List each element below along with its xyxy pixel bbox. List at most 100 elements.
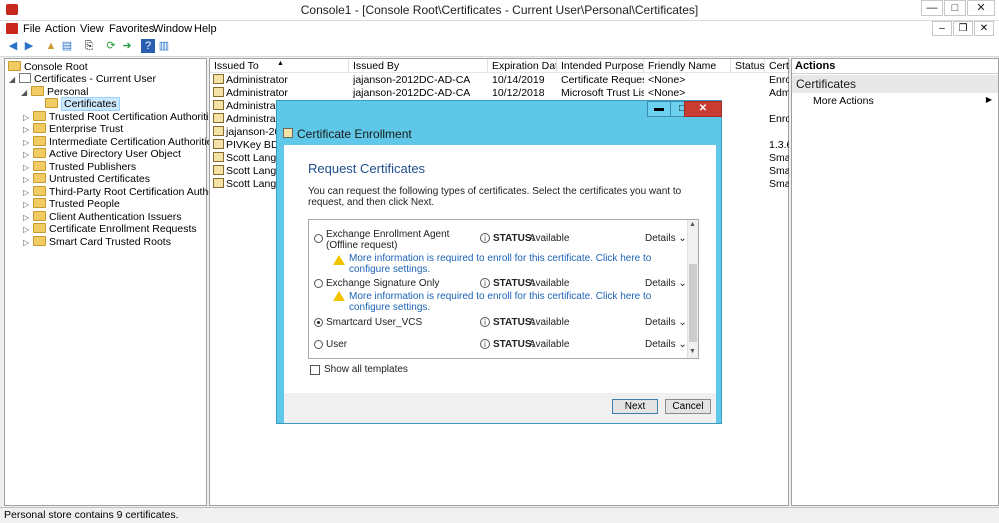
column-issued-by[interactable]: Issued By bbox=[349, 59, 488, 73]
menu-favorites[interactable]: Favorites bbox=[109, 23, 154, 35]
certificate-template-list: Exchange Enrollment Agent (Offline reque… bbox=[308, 219, 699, 359]
dialog-close-button[interactable]: ✕ bbox=[684, 101, 722, 117]
tree-node-trusted-publishers[interactable]: ▷ Trusted Publishers bbox=[23, 161, 136, 173]
scroll-down-icon[interactable]: ▼ bbox=[689, 348, 696, 355]
tree-node-ad-user-object[interactable]: ▷ Active Directory User Object bbox=[23, 148, 181, 160]
refresh-icon[interactable]: ⟳ bbox=[104, 39, 118, 53]
show-hide-tree-icon[interactable]: ▤ bbox=[60, 39, 74, 53]
folder-icon bbox=[31, 86, 44, 96]
details-toggle[interactable]: Details ⌄ bbox=[645, 339, 687, 350]
close-button[interactable]: ✕ bbox=[967, 0, 995, 16]
more-actions-link[interactable]: More Actions bbox=[813, 95, 874, 107]
radio-smartcard-user-vcs[interactable] bbox=[314, 318, 323, 327]
expand-icon[interactable]: ▷ bbox=[23, 124, 33, 136]
cell-template: Sma bbox=[769, 165, 789, 177]
details-toggle[interactable]: Details ⌄ bbox=[645, 278, 687, 289]
menu-file[interactable]: File bbox=[23, 23, 41, 35]
configure-settings-link[interactable]: More information is required to enroll f… bbox=[349, 291, 689, 313]
copy-icon[interactable]: ⎘ bbox=[82, 39, 96, 53]
radio-exchange-enrollment-agent[interactable] bbox=[314, 234, 323, 243]
dialog-minimize-button[interactable]: ▬ bbox=[647, 101, 671, 117]
list-scrollbar[interactable]: ▲ ▼ bbox=[687, 220, 698, 358]
table-row[interactable]: Administrator bbox=[213, 87, 346, 100]
expand-icon[interactable]: ▷ bbox=[23, 149, 33, 161]
column-status[interactable]: Status bbox=[731, 59, 765, 73]
table-row[interactable]: Scott Lang bbox=[213, 152, 277, 165]
cell-template: Enro bbox=[769, 113, 789, 125]
cell-expiration: 10/12/2018 bbox=[492, 87, 545, 99]
folder-icon bbox=[33, 161, 46, 171]
tree-node-client-auth-issuers[interactable]: ▷ Client Authentication Issuers bbox=[23, 211, 182, 223]
tree-node-untrusted-certificates[interactable]: ▷ Untrusted Certificates bbox=[23, 173, 150, 185]
next-button[interactable]: Next bbox=[612, 399, 658, 414]
tree-node-enrollment-requests[interactable]: ▷ Certificate Enrollment Requests bbox=[23, 223, 197, 235]
menu-help[interactable]: Help bbox=[194, 23, 217, 35]
folder-icon bbox=[33, 186, 46, 196]
show-all-templates-checkbox[interactable] bbox=[310, 365, 320, 375]
expand-icon[interactable]: ▷ bbox=[23, 224, 33, 236]
column-expiration-date[interactable]: Expiration Date bbox=[488, 59, 557, 73]
dialog-heading: Request Certificates bbox=[308, 161, 426, 176]
mdi-minimize-button[interactable]: – bbox=[932, 21, 952, 36]
folder-icon bbox=[33, 223, 46, 233]
back-icon[interactable]: ◀ bbox=[6, 39, 20, 53]
collapse-icon[interactable]: ◢ bbox=[21, 87, 31, 99]
scroll-up-icon[interactable]: ▲ bbox=[689, 221, 696, 228]
maximize-button[interactable]: □ bbox=[944, 0, 966, 16]
table-row[interactable]: Scott Lang bbox=[213, 165, 277, 178]
help-icon[interactable]: ? bbox=[141, 39, 155, 53]
menu-view[interactable]: View bbox=[80, 23, 104, 35]
minimize-button[interactable]: — bbox=[921, 0, 943, 16]
table-row[interactable]: Administrator bbox=[213, 74, 346, 87]
tree-node-smart-card-roots[interactable]: ▷ Smart Card Trusted Roots bbox=[23, 236, 171, 248]
column-friendly-name[interactable]: Friendly Name bbox=[644, 59, 731, 73]
details-toggle[interactable]: Details ⌄ bbox=[645, 317, 687, 328]
tree-node-console-root[interactable]: Console Root bbox=[8, 61, 88, 73]
up-folder-icon[interactable]: ▲ bbox=[44, 39, 58, 53]
actions-section-certificates[interactable]: Certificates bbox=[792, 75, 998, 93]
tree-node-certificates-current-user[interactable]: ◢ Certificates - Current User bbox=[9, 73, 156, 85]
tree-node-intermediate-ca[interactable]: ▷ Intermediate Certification Authorities bbox=[23, 136, 218, 148]
menu-window[interactable]: Window bbox=[153, 23, 192, 35]
cell-template: Adm bbox=[769, 87, 789, 99]
table-row[interactable]: Scott Lang bbox=[213, 178, 277, 191]
radio-exchange-signature-only[interactable] bbox=[314, 279, 323, 288]
tree-node-enterprise-trust[interactable]: ▷ Enterprise Trust bbox=[23, 123, 123, 135]
export-list-icon[interactable]: ➜ bbox=[120, 39, 134, 53]
tree-node-certificates[interactable]: Certificates bbox=[45, 97, 120, 111]
cell-friendly-name: <None> bbox=[648, 87, 686, 99]
table-row[interactable]: PIVKey BD9A5 bbox=[213, 139, 277, 152]
expand-icon[interactable]: ▷ bbox=[23, 199, 33, 211]
cell-purposes: Microsoft Trust List... bbox=[561, 87, 644, 99]
scrollbar-thumb[interactable] bbox=[689, 264, 697, 342]
submenu-arrow-icon: ▶ bbox=[985, 95, 992, 104]
forward-icon[interactable]: ▶ bbox=[22, 39, 36, 53]
folder-icon bbox=[33, 236, 46, 246]
list-header: Issued To Issued By Expiration Date Inte… bbox=[210, 59, 790, 73]
cancel-button[interactable]: Cancel bbox=[665, 399, 711, 414]
mdi-close-button[interactable]: ✕ bbox=[974, 21, 994, 36]
expand-icon[interactable]: ▷ bbox=[23, 237, 33, 249]
table-row[interactable]: jajanson-2012 bbox=[213, 126, 277, 139]
column-certificate-template[interactable]: Certi bbox=[765, 59, 790, 73]
radio-user[interactable] bbox=[314, 340, 323, 349]
title-bar: Console1 - [Console Root\Certificates - … bbox=[0, 0, 999, 21]
collapse-icon[interactable]: ◢ bbox=[9, 74, 19, 86]
folder-icon bbox=[33, 148, 46, 158]
info-icon: i bbox=[480, 317, 490, 327]
details-toggle[interactable]: Details ⌄ bbox=[645, 233, 687, 244]
table-row[interactable]: Administrator bbox=[213, 113, 277, 126]
menu-action[interactable]: Action bbox=[45, 23, 76, 35]
certificate-enrollment-dialog: ▬ □ ✕ Certificate Enrollment Request Cer… bbox=[276, 100, 722, 424]
configure-settings-link[interactable]: More information is required to enroll f… bbox=[349, 253, 689, 275]
tree-node-trusted-people[interactable]: ▷ Trusted People bbox=[23, 198, 120, 210]
tree-node-third-party-root[interactable]: ▷ Third-Party Root Certification Authorit… bbox=[23, 186, 236, 198]
column-intended-purposes[interactable]: Intended Purposes bbox=[557, 59, 644, 73]
table-row[interactable]: Administrator bbox=[213, 100, 277, 113]
expand-icon[interactable]: ▷ bbox=[23, 174, 33, 186]
show-hide-action-pane-icon[interactable]: ▥ bbox=[157, 39, 171, 53]
mdi-restore-button[interactable]: ❐ bbox=[953, 21, 973, 36]
folder-icon bbox=[33, 173, 46, 183]
tree-node-trusted-root[interactable]: ▷ Trusted Root Certification Authorities bbox=[23, 111, 220, 123]
show-all-templates-label[interactable]: Show all templates bbox=[324, 364, 408, 375]
